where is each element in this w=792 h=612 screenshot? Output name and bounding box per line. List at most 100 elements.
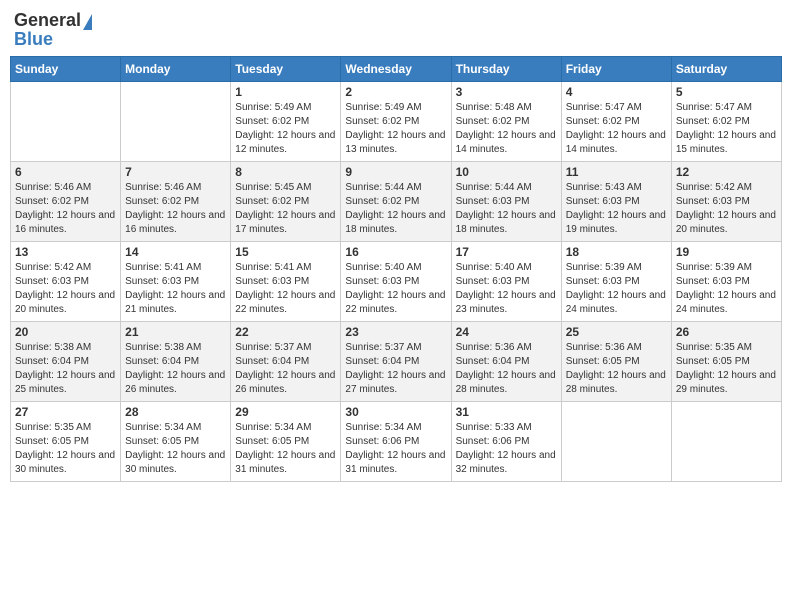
day-number: 13: [15, 245, 116, 259]
day-number: 15: [235, 245, 336, 259]
calendar-week-row: 20 Sunrise: 5:38 AM Sunset: 6:04 PM Dayli…: [11, 322, 782, 402]
day-number: 19: [676, 245, 777, 259]
header-tuesday: Tuesday: [231, 57, 341, 82]
day-number: 18: [566, 245, 667, 259]
logo-general: General: [14, 10, 81, 31]
day-number: 7: [125, 165, 226, 179]
day-number: 1: [235, 85, 336, 99]
day-info: Sunrise: 5:40 AM Sunset: 6:03 PM Dayligh…: [456, 261, 557, 317]
calendar-week-row: 27 Sunrise: 5:35 AM Sunset: 6:05 PM Dayli…: [11, 402, 782, 482]
day-info: Sunrise: 5:39 AM Sunset: 6:03 PM Dayligh…: [676, 261, 777, 317]
calendar-cell: 15 Sunrise: 5:41 AM Sunset: 6:03 PM Dayli…: [231, 242, 341, 322]
calendar-cell: 10 Sunrise: 5:44 AM Sunset: 6:03 PM Dayli…: [451, 162, 561, 242]
day-info: Sunrise: 5:49 AM Sunset: 6:02 PM Dayligh…: [345, 101, 446, 157]
calendar-cell: 11Sunrise: 5:43 AM Sunset: 6:03 PM Dayli…: [561, 162, 671, 242]
day-info: Sunrise: 5:46 AM Sunset: 6:02 PM Dayligh…: [125, 181, 226, 237]
day-info: Sunrise: 5:41 AM Sunset: 6:03 PM Dayligh…: [125, 261, 226, 317]
calendar-cell: 29 Sunrise: 5:34 AM Sunset: 6:05 PM Dayli…: [231, 402, 341, 482]
header-sunday: Sunday: [11, 57, 121, 82]
calendar-cell: 5 Sunrise: 5:47 AM Sunset: 6:02 PM Daylig…: [671, 82, 781, 162]
day-number: 6: [15, 165, 116, 179]
day-info: Sunrise: 5:37 AM Sunset: 6:04 PM Dayligh…: [345, 341, 446, 397]
day-number: 29: [235, 405, 336, 419]
day-number: 27: [15, 405, 116, 419]
day-info: Sunrise: 5:38 AM Sunset: 6:04 PM Dayligh…: [15, 341, 116, 397]
day-number: 23: [345, 325, 446, 339]
calendar-cell: 22Sunrise: 5:37 AM Sunset: 6:04 PM Dayli…: [231, 322, 341, 402]
calendar-cell: 2 Sunrise: 5:49 AM Sunset: 6:02 PM Daylig…: [341, 82, 451, 162]
calendar-cell: 24 Sunrise: 5:36 AM Sunset: 6:04 PM Dayli…: [451, 322, 561, 402]
day-info: Sunrise: 5:49 AM Sunset: 6:02 PM Dayligh…: [235, 101, 336, 157]
day-number: 21: [125, 325, 226, 339]
day-info: Sunrise: 5:40 AM Sunset: 6:03 PM Dayligh…: [345, 261, 446, 317]
calendar-week-row: 6 Sunrise: 5:46 AM Sunset: 6:02 PM Daylig…: [11, 162, 782, 242]
day-number: 10: [456, 165, 557, 179]
day-info: Sunrise: 5:33 AM Sunset: 6:06 PM Dayligh…: [456, 421, 557, 477]
day-info: Sunrise: 5:44 AM Sunset: 6:03 PM Dayligh…: [456, 181, 557, 237]
calendar-cell: [121, 82, 231, 162]
day-info: Sunrise: 5:38 AM Sunset: 6:04 PM Dayligh…: [125, 341, 226, 397]
calendar-cell: 25 Sunrise: 5:36 AM Sunset: 6:05 PM Dayli…: [561, 322, 671, 402]
calendar-cell: [11, 82, 121, 162]
day-number: 28: [125, 405, 226, 419]
day-number: 17: [456, 245, 557, 259]
logo: General Blue: [14, 10, 92, 50]
day-number: 24: [456, 325, 557, 339]
day-info: Sunrise: 5:35 AM Sunset: 6:05 PM Dayligh…: [15, 421, 116, 477]
day-info: Sunrise: 5:36 AM Sunset: 6:04 PM Dayligh…: [456, 341, 557, 397]
header-saturday: Saturday: [671, 57, 781, 82]
calendar-cell: 14 Sunrise: 5:41 AM Sunset: 6:03 PM Dayli…: [121, 242, 231, 322]
day-number: 4: [566, 85, 667, 99]
calendar-cell: 21 Sunrise: 5:38 AM Sunset: 6:04 PM Dayli…: [121, 322, 231, 402]
day-info: Sunrise: 5:46 AM Sunset: 6:02 PM Dayligh…: [15, 181, 116, 237]
day-number: 30: [345, 405, 446, 419]
day-number: 26: [676, 325, 777, 339]
day-info: Sunrise: 5:36 AM Sunset: 6:05 PM Dayligh…: [566, 341, 667, 397]
calendar-cell: 20 Sunrise: 5:38 AM Sunset: 6:04 PM Dayli…: [11, 322, 121, 402]
day-info: Sunrise: 5:42 AM Sunset: 6:03 PM Dayligh…: [15, 261, 116, 317]
day-number: 11: [566, 165, 667, 179]
calendar-cell: 16 Sunrise: 5:40 AM Sunset: 6:03 PM Dayli…: [341, 242, 451, 322]
calendar-table: SundayMondayTuesdayWednesdayThursdayFrid…: [10, 56, 782, 482]
header-friday: Friday: [561, 57, 671, 82]
day-number: 8: [235, 165, 336, 179]
day-number: 22: [235, 325, 336, 339]
day-number: 9: [345, 165, 446, 179]
logo-blue: Blue: [14, 29, 53, 50]
day-number: 5: [676, 85, 777, 99]
calendar-cell: 19 Sunrise: 5:39 AM Sunset: 6:03 PM Dayli…: [671, 242, 781, 322]
calendar-cell: 26 Sunrise: 5:35 AM Sunset: 6:05 PM Dayli…: [671, 322, 781, 402]
day-number: 31: [456, 405, 557, 419]
day-info: Sunrise: 5:34 AM Sunset: 6:06 PM Dayligh…: [345, 421, 446, 477]
header-monday: Monday: [121, 57, 231, 82]
calendar-cell: 28Sunrise: 5:34 AM Sunset: 6:05 PM Dayli…: [121, 402, 231, 482]
calendar-cell: 23 Sunrise: 5:37 AM Sunset: 6:04 PM Dayli…: [341, 322, 451, 402]
calendar-cell: 30 Sunrise: 5:34 AM Sunset: 6:06 PM Dayli…: [341, 402, 451, 482]
calendar-cell: 9 Sunrise: 5:44 AM Sunset: 6:02 PM Daylig…: [341, 162, 451, 242]
calendar-cell: 31 Sunrise: 5:33 AM Sunset: 6:06 PM Dayli…: [451, 402, 561, 482]
day-number: 16: [345, 245, 446, 259]
header-wednesday: Wednesday: [341, 57, 451, 82]
calendar-week-row: 1 Sunrise: 5:49 AM Sunset: 6:02 PM Daylig…: [11, 82, 782, 162]
calendar-cell: 1 Sunrise: 5:49 AM Sunset: 6:02 PM Daylig…: [231, 82, 341, 162]
calendar-cell: 3Sunrise: 5:48 AM Sunset: 6:02 PM Daylig…: [451, 82, 561, 162]
calendar-week-row: 13 Sunrise: 5:42 AM Sunset: 6:03 PM Dayli…: [11, 242, 782, 322]
day-number: 20: [15, 325, 116, 339]
calendar-header-row: SundayMondayTuesdayWednesdayThursdayFrid…: [11, 57, 782, 82]
calendar-cell: 7 Sunrise: 5:46 AM Sunset: 6:02 PM Daylig…: [121, 162, 231, 242]
day-info: Sunrise: 5:47 AM Sunset: 6:02 PM Dayligh…: [676, 101, 777, 157]
day-number: 2: [345, 85, 446, 99]
page-header: General Blue: [10, 10, 782, 50]
day-info: Sunrise: 5:35 AM Sunset: 6:05 PM Dayligh…: [676, 341, 777, 397]
calendar-cell: 13 Sunrise: 5:42 AM Sunset: 6:03 PM Dayli…: [11, 242, 121, 322]
day-number: 25: [566, 325, 667, 339]
calendar-cell: 4Sunrise: 5:47 AM Sunset: 6:02 PM Daylig…: [561, 82, 671, 162]
day-number: 14: [125, 245, 226, 259]
day-info: Sunrise: 5:45 AM Sunset: 6:02 PM Dayligh…: [235, 181, 336, 237]
day-info: Sunrise: 5:41 AM Sunset: 6:03 PM Dayligh…: [235, 261, 336, 317]
calendar-cell: [561, 402, 671, 482]
header-thursday: Thursday: [451, 57, 561, 82]
day-info: Sunrise: 5:44 AM Sunset: 6:02 PM Dayligh…: [345, 181, 446, 237]
day-info: Sunrise: 5:34 AM Sunset: 6:05 PM Dayligh…: [235, 421, 336, 477]
calendar-cell: 8 Sunrise: 5:45 AM Sunset: 6:02 PM Daylig…: [231, 162, 341, 242]
